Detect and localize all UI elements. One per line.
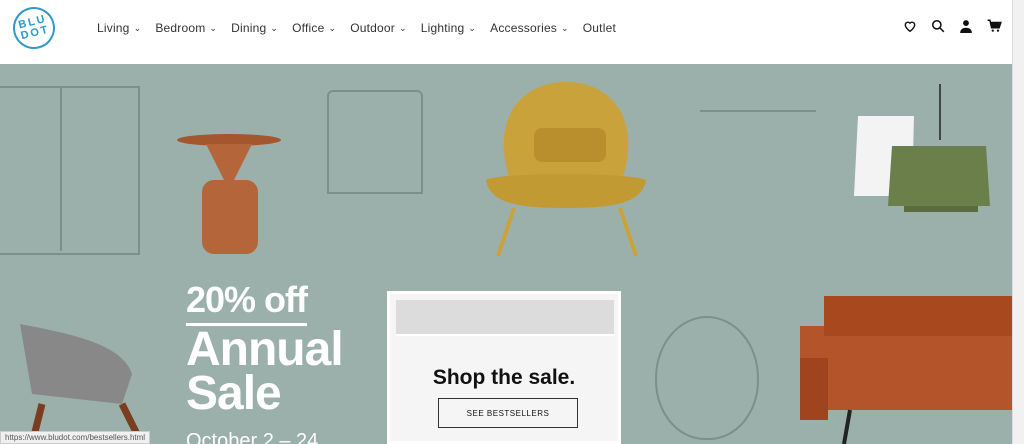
chair-outline-illustration: [327, 90, 423, 194]
brand-logo[interactable]: BLU DOT: [8, 2, 60, 54]
accent-chair-image: [20, 324, 146, 444]
sideboard-mesh-top: [396, 300, 614, 336]
nav-item-accessories[interactable]: Accessories ⌄: [490, 21, 569, 35]
bag-chair-outline-illustration: [655, 316, 759, 440]
heart-icon[interactable]: [903, 19, 917, 33]
table-outline-illustration: [700, 110, 816, 112]
promo-title-line-2: Sale: [186, 367, 282, 420]
lounge-chair-image: [486, 82, 646, 257]
status-bar-url: https://www.bludot.com/bestsellers.html: [0, 431, 151, 444]
chevron-down-icon: ⌄: [270, 22, 279, 33]
shelf-outline-illustration: [0, 86, 140, 255]
nav-item-dining[interactable]: Dining ⌄: [231, 21, 278, 35]
nav-item-office[interactable]: Office ⌄: [292, 21, 336, 35]
chevron-down-icon: ⌄: [561, 22, 569, 33]
nav-item-bedroom[interactable]: Bedroom ⌄: [155, 21, 217, 35]
chevron-down-icon: ⌄: [398, 22, 407, 33]
promo-title-line-1: Annual: [186, 323, 344, 376]
see-bestsellers-button[interactable]: SEE BESTSELLERS: [438, 398, 578, 428]
sideboard-panel: Shop the sale. SEE BESTSELLERS: [387, 291, 621, 444]
page-scrollbar[interactable]: [1012, 0, 1024, 444]
nav-item-living[interactable]: Living ⌄: [97, 21, 141, 35]
leather-sofa-image: [800, 296, 1013, 444]
promo-date: October 2 – 24: [186, 430, 319, 444]
cart-icon[interactable]: [987, 19, 1002, 33]
header-icons: [903, 19, 1002, 33]
pendant-lamps-image: [854, 84, 990, 212]
main-nav: Living ⌄ Bedroom ⌄ Dining ⌄ Office ⌄ Outdoor…: [97, 21, 630, 35]
shelf-divider-line: [60, 86, 62, 251]
search-icon[interactable]: [931, 19, 945, 33]
chevron-down-icon: ⌄: [468, 22, 477, 33]
chevron-down-icon: ⌄: [328, 22, 337, 33]
account-icon[interactable]: [959, 19, 973, 33]
side-table-image: [177, 134, 281, 254]
hero-banner[interactable]: 20% off Annual Sale October 2 – 24 Shop …: [0, 64, 1013, 444]
nav-item-lighting[interactable]: Lighting ⌄: [421, 21, 476, 35]
panel-headline: Shop the sale.: [432, 366, 576, 389]
site-header: BLU DOT Living ⌄ Bedroom ⌄ Dining ⌄ Office ⌄…: [0, 0, 1013, 65]
chevron-down-icon: ⌄: [209, 22, 218, 33]
promo-discount[interactable]: 20% off: [186, 279, 308, 326]
nav-item-outdoor[interactable]: Outdoor ⌄: [350, 21, 407, 35]
promo-title: Annual Sale: [186, 323, 344, 420]
chevron-down-icon: ⌄: [133, 22, 142, 33]
nav-item-outlet[interactable]: Outlet: [583, 21, 616, 35]
